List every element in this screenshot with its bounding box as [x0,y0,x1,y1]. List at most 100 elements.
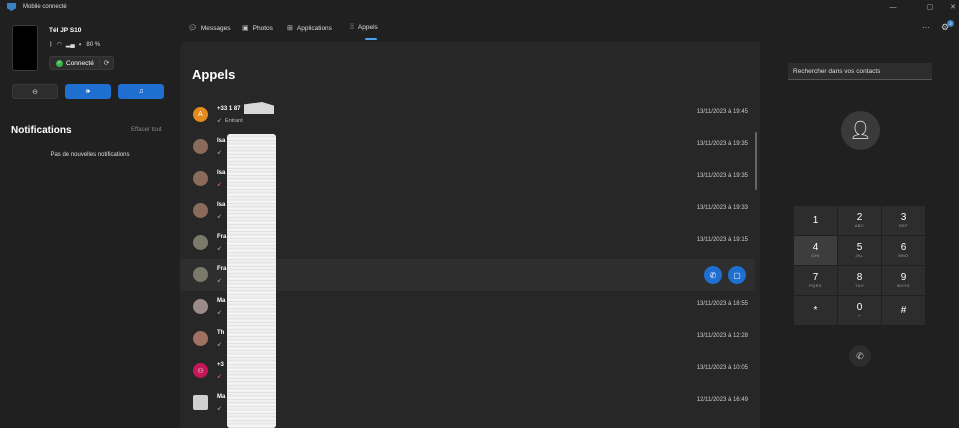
key-digit: 1 [812,215,819,226]
caller-name: Isa [217,202,226,208]
keypad: 1 2 ABC 3 DEF 4 GHI 5 JKL 6 MNO 7 PQRS 8 TUV 9 WXYZ * 0 + # [794,206,925,325]
music-button[interactable]: ♫ [118,84,164,99]
call-date: 13/11/2023 à 18:55 [696,301,748,307]
incoming-call-icon: ↙ [217,278,223,284]
key-digit: # [900,305,907,316]
connection-status[interactable]: ✓ Connecté [49,56,101,70]
keypad-key[interactable]: 5 JKL [838,236,881,265]
device-status: ᛒ ◠ ▂▄ ◐ 80 % [49,41,100,49]
key-digit: 7 [812,272,819,283]
key-letters: PQRS [809,284,822,288]
incoming-call-icon: ↙ [217,310,223,316]
avatar [193,299,208,314]
person-icon: ⚇ [197,367,204,375]
tab-applications[interactable]: ⊞ Applications [287,24,332,33]
window-title: Mobile connecté [23,4,67,10]
minus-circle-icon: ⊖ [32,88,38,96]
caller-name: Th [217,330,225,336]
avatar [193,395,208,410]
key-letters: WXYZ [897,284,910,288]
key-digit: 8 [856,272,863,283]
key-letters: GHI [811,254,820,258]
tab-photos[interactable]: ▣ Photos [242,24,273,33]
call-button[interactable]: ✆ [849,345,871,367]
refresh-button[interactable]: ⟳ [99,56,114,70]
caller-name: Isa [217,170,226,176]
incoming-call-icon: ↙ [217,246,223,252]
more-options-icon[interactable]: ··· [922,23,930,32]
avatar: A [193,107,208,122]
key-digit: 3 [900,212,907,223]
app-logo-icon [7,3,16,11]
clear-all-link[interactable]: Effacer tout [131,127,162,133]
scrollbar[interactable] [755,132,757,190]
battery-icon: ◐ [78,41,83,48]
tab-calls[interactable]: ⁞⁞ Appels [350,24,378,31]
device-name: Tél JP S10 [49,27,82,34]
keypad-key[interactable]: 0 + [838,296,881,325]
sidebar: Tél JP S10 ᛒ ◠ ▂▄ ◐ 80 % ✓ Connecté ⟳ ⊖ … [0,14,180,428]
keypad-key[interactable]: # [882,296,925,325]
key-letters: + [858,314,861,318]
caller-name: Isa [217,138,226,144]
do-not-disturb-button[interactable]: ⊖ [12,84,58,99]
close-button[interactable]: ✕ [940,0,959,14]
message-icon: 💬︎ [188,25,197,32]
call-type: ↙ [217,213,225,220]
incoming-call-icon: ↙ [217,214,223,220]
call-type: ↙ Entrant [217,117,243,125]
bluetooth-icon: ᛒ [49,41,53,48]
call-date: 13/11/2023 à 19:15 [696,237,748,243]
keypad-key[interactable]: * [794,296,837,325]
keypad-key[interactable]: 2 ABC [838,206,881,235]
message-button[interactable]: ▢ [728,266,746,284]
caller-name: Fra [217,234,227,240]
keypad-key[interactable]: 1 [794,206,837,235]
incoming-call-icon: ↙ [217,406,223,412]
phone-image [12,25,38,71]
tab-label: Appels [357,24,378,31]
call-back-button[interactable]: ✆ [704,266,722,284]
key-digit: 0 [856,302,863,313]
call-type: ↙ [217,405,225,412]
apps-icon: ⊞ [287,25,293,32]
keypad-key[interactable]: 6 MNO [882,236,925,265]
active-tab-indicator [365,38,377,40]
minimize-button[interactable]: — [880,0,906,14]
call-type: ↙ [217,181,225,188]
connection-label: Connecté [66,59,94,67]
notifications-title: Notifications [11,125,72,136]
call-date: 13/11/2023 à 19:35 [696,173,748,179]
checkmark-icon: ✓ [56,59,63,67]
incoming-call-icon: ↙ [217,150,223,156]
caller-name: Fra [217,266,227,272]
signal-icon: ▂▄ [65,42,75,48]
call-type: ↙ [217,277,225,284]
key-digit: 6 [900,242,907,253]
settings-badge: 2 [947,20,954,27]
key-letters: MNO [898,254,909,258]
tab-bar: 💬︎ Messages ▣ Photos ⊞ Applications ⁞⁞ A… [180,14,959,42]
contact-search-input[interactable] [788,63,932,80]
keypad-key[interactable]: 8 TUV [838,266,881,295]
keypad-key[interactable]: 7 PQRS [794,266,837,295]
avatar [193,203,208,218]
phone-icon: ✆ [856,350,864,361]
calls-pane: Appels A +33 1 87 ↙ Entrant 13/11/2023 à 19:… [180,42,760,428]
call-type: ↙ [217,309,225,316]
key-digit: * [813,305,818,316]
tab-label: Photos [252,24,273,32]
key-letters: JKL [855,254,864,258]
keypad-key[interactable]: 3 DEF [882,206,925,235]
key-letters: TUV [854,284,865,288]
call-date: 12/11/2023 à 16:49 [696,397,748,403]
caller-name: Ma [217,298,226,304]
tab-messages[interactable]: 💬︎ Messages [188,24,231,33]
call-date: 13/11/2023 à 19:33 [696,205,748,211]
volume-button[interactable]: 🕪 [65,84,111,99]
keypad-key[interactable]: 4 GHI [794,236,837,265]
call-type: ↙ [217,245,225,252]
keypad-key[interactable]: 9 WXYZ [882,266,925,295]
refresh-icon: ⟳ [103,60,110,67]
avatar [193,331,208,346]
